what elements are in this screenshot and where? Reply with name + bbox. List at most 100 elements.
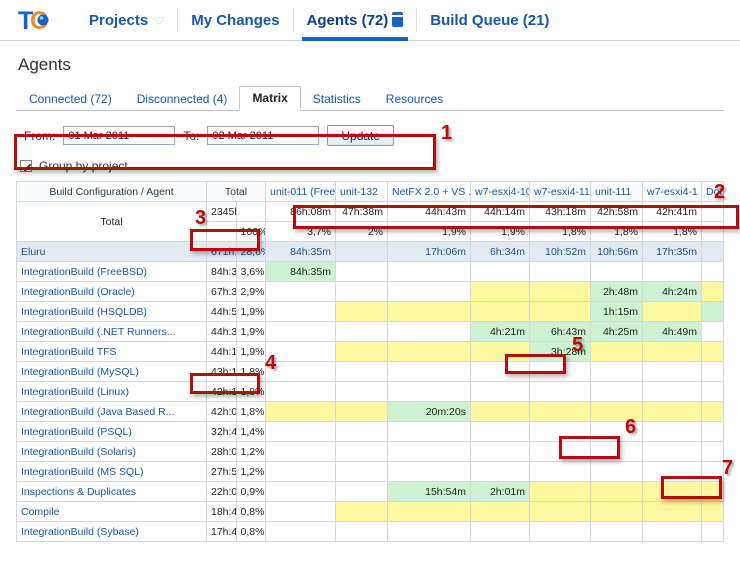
matrix-cell[interactable] (590, 261, 643, 282)
matrix-cell[interactable] (335, 501, 388, 522)
matrix-cell[interactable] (701, 341, 724, 362)
matrix-cell[interactable] (701, 401, 724, 422)
matrix-cell[interactable] (642, 341, 702, 362)
matrix-cell[interactable] (335, 401, 388, 422)
matrix-cell[interactable] (335, 421, 388, 442)
matrix-cell[interactable] (590, 421, 643, 442)
header-agent-7[interactable]: DotN (701, 181, 724, 202)
matrix-cell[interactable] (265, 361, 336, 382)
matrix-cell[interactable] (701, 441, 724, 462)
build-configuration-name[interactable]: IntegrationBuild (Oracle) (16, 281, 207, 302)
chevron-down-icon[interactable] (154, 17, 165, 24)
matrix-cell[interactable] (470, 501, 530, 522)
matrix-cell[interactable] (590, 401, 643, 422)
build-configuration-name[interactable]: IntegrationBuild (HSQLDB) (16, 301, 207, 322)
matrix-cell[interactable] (642, 301, 702, 322)
matrix-cell[interactable] (470, 341, 530, 362)
matrix-cell[interactable] (335, 321, 388, 342)
build-configuration-name[interactable]: IntegrationBuild (MS SQL) (16, 461, 207, 482)
matrix-cell[interactable] (265, 341, 336, 362)
group-by-project-row[interactable]: Group by project (20, 159, 726, 173)
matrix-cell[interactable] (335, 241, 388, 262)
matrix-cell[interactable] (470, 361, 530, 382)
matrix-cell[interactable] (642, 521, 702, 542)
matrix-cell[interactable] (387, 461, 471, 482)
tab-resources[interactable]: Resources (373, 87, 456, 111)
matrix-cell[interactable] (642, 481, 702, 502)
matrix-cell[interactable] (265, 481, 336, 502)
matrix-cell[interactable] (335, 281, 388, 302)
build-configuration-name[interactable]: Inspections & Duplicates (16, 481, 207, 502)
header-build-configuration-agent[interactable]: Build Configuration / Agent (16, 181, 207, 202)
matrix-cell[interactable] (529, 461, 591, 482)
matrix-cell[interactable] (265, 461, 336, 482)
tab-connected[interactable]: Connected (72) (16, 87, 125, 111)
matrix-cell[interactable] (335, 361, 388, 382)
matrix-cell[interactable] (590, 481, 643, 502)
matrix-cell[interactable] (265, 281, 336, 302)
build-configuration-name[interactable]: IntegrationBuild (Java Based R... (16, 401, 207, 422)
matrix-cell[interactable] (590, 361, 643, 382)
matrix-cell[interactable] (387, 301, 471, 322)
matrix-cell[interactable] (387, 421, 471, 442)
matrix-cell[interactable]: 6h:34m (470, 241, 530, 262)
matrix-cell[interactable] (470, 301, 530, 322)
matrix-cell[interactable] (590, 341, 643, 362)
matrix-cell[interactable] (701, 521, 724, 542)
header-agent-1[interactable]: unit-132 (335, 181, 388, 202)
matrix-cell[interactable] (529, 401, 591, 422)
matrix-cell[interactable] (590, 501, 643, 522)
matrix-cell[interactable] (335, 301, 388, 322)
tab-disconnected[interactable]: Disconnected (4) (124, 87, 241, 111)
matrix-cell[interactable] (470, 461, 530, 482)
nav-item-my-changes[interactable]: My Changes (178, 0, 292, 41)
build-configuration-name[interactable]: IntegrationBuild (Sybase) (16, 521, 207, 542)
matrix-cell[interactable] (529, 441, 591, 462)
nav-item-build-queue[interactable]: Build Queue (21) (417, 0, 562, 41)
matrix-cell[interactable] (590, 441, 643, 462)
matrix-cell[interactable] (265, 401, 336, 422)
matrix-cell[interactable] (642, 421, 702, 442)
matrix-cell[interactable] (701, 281, 724, 302)
matrix-cell[interactable] (387, 281, 471, 302)
header-agent-6[interactable]: w7-esxi4-1 (642, 181, 702, 202)
to-date-input[interactable] (207, 126, 320, 145)
header-agent-4[interactable]: w7-esxi4-11 (529, 181, 591, 202)
matrix-cell[interactable] (387, 341, 471, 362)
matrix-cell[interactable]: 4h:25m (590, 321, 643, 342)
matrix-cell[interactable] (470, 401, 530, 422)
matrix-cell[interactable] (642, 381, 702, 402)
matrix-cell[interactable] (470, 381, 530, 402)
matrix-cell[interactable] (701, 261, 724, 282)
matrix-cell[interactable] (529, 301, 591, 322)
matrix-cell[interactable] (387, 521, 471, 542)
matrix-cell[interactable] (387, 441, 471, 462)
build-configuration-name[interactable]: Compile (16, 501, 207, 522)
matrix-cell[interactable]: 4h:21m (470, 321, 530, 342)
matrix-cell[interactable] (701, 481, 724, 502)
matrix-cell[interactable] (387, 501, 471, 522)
matrix-cell[interactable] (590, 521, 643, 542)
matrix-cell[interactable] (387, 321, 471, 342)
group-by-project-checkbox[interactable] (20, 160, 32, 172)
matrix-cell[interactable] (335, 381, 388, 402)
matrix-cell[interactable] (265, 441, 336, 462)
matrix-cell[interactable]: 84h:35m (265, 241, 336, 262)
header-agent-0[interactable]: unit-011 (FreeB... (265, 181, 336, 202)
matrix-cell[interactable] (642, 361, 702, 382)
build-configuration-name[interactable]: IntegrationBuild (PSQL) (16, 421, 207, 442)
matrix-cell[interactable] (470, 421, 530, 442)
matrix-cell[interactable]: 17h:35m (642, 241, 702, 262)
tab-statistics[interactable]: Statistics (300, 87, 374, 111)
matrix-cell[interactable] (335, 441, 388, 462)
matrix-cell[interactable] (265, 501, 336, 522)
matrix-cell[interactable] (701, 461, 724, 482)
matrix-cell[interactable]: 1h:15m (590, 301, 643, 322)
project-name[interactable]: Eluru (16, 241, 207, 262)
matrix-cell[interactable] (265, 301, 336, 322)
matrix-cell[interactable]: 4h:49m (642, 321, 702, 342)
update-button[interactable]: Update (327, 125, 395, 146)
matrix-cell[interactable] (529, 361, 591, 382)
tab-matrix[interactable]: Matrix (239, 86, 301, 111)
matrix-cell[interactable] (529, 261, 591, 282)
